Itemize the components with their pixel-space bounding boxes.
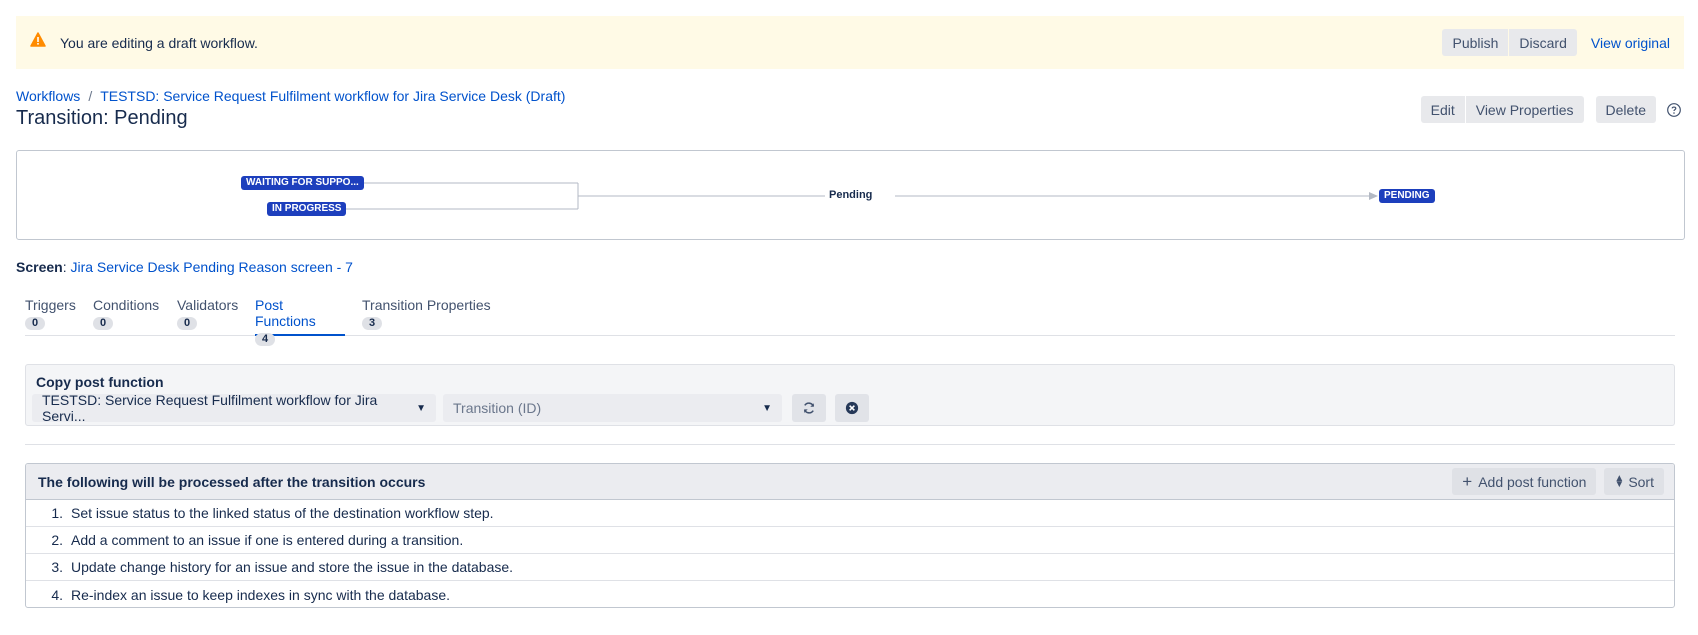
copy-post-function-title: Copy post function — [36, 374, 164, 390]
chevron-down-icon: ▼ — [416, 402, 426, 414]
tab-count-badge: 0 — [25, 317, 46, 330]
copy-post-function-panel: Copy post function TESTSD: Service Reque… — [25, 364, 1675, 426]
post-function-number: 2. — [51, 532, 63, 548]
publish-discard-group: Publish Discard — [1442, 29, 1577, 56]
post-function-text: Add a comment to an issue if one is ente… — [71, 532, 464, 548]
breadcrumb-separator: / — [88, 88, 93, 104]
screen-info: Screen: Jira Service Desk Pending Reason… — [16, 259, 353, 275]
post-function-text: Update change history for an issue and s… — [71, 559, 514, 575]
tab-label: Triggers — [25, 297, 76, 313]
refresh-button[interactable] — [792, 394, 826, 422]
screen-link[interactable]: Jira Service Desk Pending Reason screen … — [70, 259, 352, 275]
page-title: Transition: Pending — [16, 107, 188, 129]
header-actions: Edit View Properties Delete — [1420, 96, 1682, 123]
tab-validators[interactable]: Validators 0 — [177, 297, 238, 336]
add-post-function-label: Add post function — [1478, 473, 1587, 490]
post-function-row: 2. Add a comment to an issue if one is e… — [26, 527, 1674, 554]
view-properties-button[interactable]: View Properties — [1465, 96, 1584, 123]
delete-button[interactable]: Delete — [1595, 96, 1656, 123]
tab-transition-properties[interactable]: Transition Properties 3 — [362, 297, 491, 336]
help-icon[interactable] — [1666, 102, 1682, 118]
post-function-number: 3. — [51, 559, 63, 575]
post-function-text: Re-index an issue to keep indexes in syn… — [71, 586, 451, 603]
transition-select[interactable]: Transition (ID) ▼ — [443, 394, 782, 422]
transition-tabs: Triggers 0 Conditions 0 Validators 0 Pos… — [25, 297, 1675, 346]
draft-banner: You are editing a draft workflow. Publis… — [16, 16, 1684, 69]
tab-triggers[interactable]: Triggers 0 — [25, 297, 76, 336]
breadcrumb-workflows-link[interactable]: Workflows — [16, 88, 80, 104]
draft-banner-actions: Publish Discard View original — [1442, 29, 1670, 56]
sort-label: Sort — [1628, 473, 1654, 490]
tab-post-functions[interactable]: Post Functions 4 — [255, 297, 345, 346]
from-status-lozenge: IN PROGRESS — [267, 202, 347, 216]
edit-button[interactable]: Edit — [1420, 96, 1465, 123]
tab-count-badge: 0 — [93, 317, 114, 330]
from-status-lozenge: WAITING FOR SUPPO... — [241, 176, 364, 190]
chevron-down-icon: ▼ — [762, 402, 772, 414]
tab-label: Conditions — [93, 297, 160, 313]
post-function-row: 1. Set issue status to the linked status… — [26, 500, 1674, 527]
post-functions-header: The following will be processed after th… — [26, 464, 1674, 500]
post-function-row: 4. Re-index an issue to keep indexes in … — [26, 581, 1674, 607]
discard-button[interactable]: Discard — [1509, 29, 1577, 56]
transition-diagram: WAITING FOR SUPPO... IN PROGRESS Pending… — [16, 150, 1685, 240]
tab-conditions[interactable]: Conditions 0 — [93, 297, 159, 336]
view-original-link[interactable]: View original — [1591, 35, 1670, 51]
transition-name-label: Pending — [829, 189, 873, 201]
clear-icon — [845, 401, 859, 415]
tab-label: Validators — [177, 297, 239, 313]
tab-label: Post Functions — [255, 297, 316, 329]
draft-banner-text: You are editing a draft workflow. — [60, 34, 258, 51]
post-function-number: 4. — [51, 586, 63, 603]
transition-select-placeholder: Transition (ID) — [453, 400, 542, 416]
sort-icon: ▲ ▼ — [1614, 472, 1625, 490]
breadcrumb: Workflows / TESTSD: Service Request Fulf… — [16, 88, 565, 104]
breadcrumb-workflow-link[interactable]: TESTSD: Service Request Fulfilment workf… — [100, 88, 565, 104]
section-divider — [25, 444, 1675, 445]
sort-button[interactable]: ▲ ▼ Sort — [1604, 468, 1664, 495]
workflow-select[interactable]: TESTSD: Service Request Fulfilment workf… — [32, 392, 436, 424]
refresh-icon — [803, 402, 815, 414]
tab-count-badge: 0 — [177, 317, 198, 330]
workflow-select-value: TESTSD: Service Request Fulfilment workf… — [42, 392, 378, 424]
warning-icon — [30, 31, 46, 47]
post-functions-actions: + Add post function ▲ ▼ Sort — [1452, 468, 1664, 495]
add-post-function-button[interactable]: + Add post function — [1452, 468, 1597, 495]
publish-button[interactable]: Publish — [1442, 29, 1509, 56]
tab-count-badge: 3 — [362, 317, 383, 330]
clear-button[interactable] — [835, 394, 869, 422]
post-function-text: Set issue status to the linked status of… — [71, 505, 494, 521]
to-status-lozenge: PENDING — [1379, 189, 1435, 203]
edit-view-group: Edit View Properties — [1420, 96, 1584, 123]
post-function-number: 1. — [51, 505, 63, 521]
screen-label: Screen — [16, 259, 63, 275]
plus-icon: + — [1462, 472, 1473, 491]
tab-label: Transition Properties — [362, 297, 491, 313]
post-function-row: 3. Update change history for an issue an… — [26, 554, 1674, 581]
tab-count-badge: 4 — [255, 333, 276, 346]
post-functions-table: The following will be processed after th… — [25, 463, 1675, 608]
post-functions-header-title: The following will be processed after th… — [38, 473, 426, 490]
